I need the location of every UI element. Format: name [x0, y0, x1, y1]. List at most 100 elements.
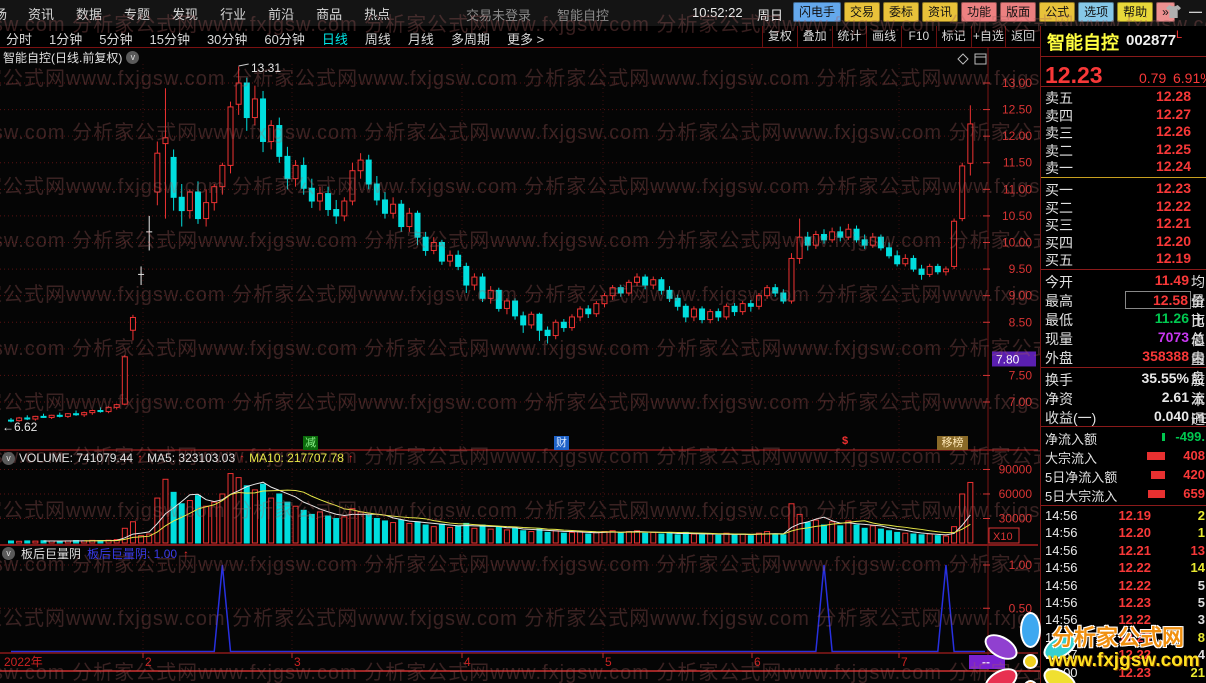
flow-row-5日净流入额: 5日净流入额 420 — [1041, 467, 1206, 485]
tab-period-分时[interactable]: 分时 — [6, 29, 32, 48]
toolbar-action-标记[interactable]: 标记 — [935, 26, 971, 47]
bid-row-买二[interactable]: 买二 12.22 — [1041, 198, 1206, 216]
ask-row-卖一[interactable]: 卖一 12.24 — [1041, 158, 1206, 176]
flow-row-净流入额: 净流入额 -499. — [1041, 429, 1206, 447]
collapse-icon[interactable]: v — [2, 547, 15, 560]
titlebar-button-公式[interactable]: 公式 — [1039, 2, 1076, 22]
flower-center — [1023, 654, 1038, 669]
up-arrow-icon: ↑ — [137, 451, 144, 465]
volume-ma5-label: MA5: 323103.03 — [147, 451, 236, 465]
toolbar-action-复权[interactable]: 复权 — [762, 26, 797, 47]
menu-item-partial[interactable]: 场 — [0, 4, 7, 23]
login-status[interactable]: 交易未登录 — [466, 5, 531, 24]
ask-price: 12.24 — [1155, 158, 1191, 174]
tab-period-周线[interactable]: 周线 — [365, 29, 391, 48]
menu-item-发现[interactable]: 发现 — [172, 4, 198, 23]
bid-row-买四[interactable]: 买四 12.20 — [1041, 232, 1206, 251]
menu-item-商品[interactable]: 商品 — [316, 4, 342, 23]
svg-text:12.50: 12.50 — [1002, 103, 1032, 117]
tick-volume: 14 — [1190, 560, 1205, 576]
event-badge-finance[interactable]: 财 — [554, 436, 569, 450]
svg-text:2: 2 — [145, 655, 152, 669]
indicator-name: 板后巨量阴 — [21, 547, 82, 561]
menu-item-专题[interactable]: 专题 — [124, 4, 150, 23]
ask-row-卖三[interactable]: 卖三 12.26 — [1041, 123, 1206, 141]
minimize-icon[interactable]: — — [1189, 4, 1202, 19]
ask-price: 12.27 — [1155, 105, 1191, 122]
toolbar-action-统计[interactable]: 统计 — [831, 26, 867, 47]
event-badge-list[interactable]: 移榜 — [937, 436, 968, 450]
menu-item-热点[interactable]: 热点 — [364, 4, 390, 23]
tick-row[interactable]: 14:56 12.22 14 — [1041, 560, 1206, 577]
stat-value: 35.55% — [1141, 370, 1189, 386]
tab-period-更多 >[interactable]: 更多 > — [507, 29, 544, 48]
chart-canvas[interactable]: 13.00 12.50 12.00 11.50 11.00 10.50 10.00 9.50 9… — [0, 48, 1040, 683]
collapse-icon[interactable]: v — [2, 451, 15, 465]
menu-item-资讯[interactable]: 资讯 — [28, 4, 54, 23]
svg-text:7.80: 7.80 — [996, 352, 1020, 366]
tick-row[interactable]: 14:56 12.22 5 — [1041, 578, 1206, 595]
bid-row-买三[interactable]: 买三 12.21 — [1041, 215, 1206, 233]
ask-price: 12.28 — [1155, 88, 1191, 104]
menu-item-前沿[interactable]: 前沿 — [268, 4, 294, 23]
tick-price: 12.22 — [1118, 577, 1151, 593]
titlebar-button-帮助[interactable]: 帮助 — [1117, 2, 1154, 22]
tick-row[interactable]: 14:56 12.21 13 — [1041, 543, 1206, 560]
indicator-value-label: 板后巨量阴: 1.00 — [87, 547, 178, 561]
event-badge-dividend[interactable]: $ — [842, 434, 848, 448]
toolbar-action-叠加[interactable]: 叠加 — [796, 26, 832, 47]
tab-period-1分钟[interactable]: 1分钟 — [49, 29, 82, 48]
tab-period-15分钟[interactable]: 15分钟 — [149, 29, 189, 48]
toolbar-action-返回[interactable]: 返回 — [1005, 26, 1040, 47]
main-menu: 资讯 数据 专题 发现 行业 前沿 商品 热点 — [28, 4, 390, 23]
tick-row[interactable]: 14:56 12.20 1 — [1041, 525, 1206, 542]
tick-volume: 2 — [1197, 508, 1205, 523]
chevron-down-icon[interactable]: v — [126, 51, 140, 64]
menu-item-数据[interactable]: 数据 — [76, 4, 102, 23]
svg-text:5: 5 — [605, 655, 612, 669]
tab-period-60分钟[interactable]: 60分钟 — [264, 29, 304, 48]
ask-row-卖四[interactable]: 卖四 12.27 — [1041, 105, 1206, 124]
toolbar-action-+自选[interactable]: +自选 — [970, 26, 1006, 47]
event-badge-reduce[interactable]: 减 — [303, 436, 318, 450]
toolbar-action-画线[interactable]: 画线 — [866, 26, 901, 47]
tab-period-5分钟[interactable]: 5分钟 — [99, 29, 132, 48]
tab-period-月线[interactable]: 月线 — [408, 29, 434, 48]
ask-row-卖二[interactable]: 卖二 12.25 — [1041, 140, 1206, 159]
svg-text:11.00: 11.00 — [1003, 182, 1032, 196]
titlebar-button-选项[interactable]: 选项 — [1078, 2, 1115, 22]
flow-bar — [1147, 452, 1165, 460]
flow-label: 净流入额 — [1045, 432, 1098, 447]
bid-row-买一[interactable]: 买一 12.23 — [1041, 180, 1206, 198]
stat-row-净资: 净资 2.61 流通 — [1041, 389, 1206, 427]
stat-label2: PE(动) — [1191, 410, 1206, 426]
skin-icon[interactable] — [1166, 5, 1181, 18]
titlebar-button-委标[interactable]: 委标 — [883, 2, 920, 22]
volume-value-label: VOLUME: 741079.44 — [19, 451, 134, 465]
window-icons: — — [1166, 4, 1202, 19]
bid-price: 12.20 — [1155, 232, 1191, 249]
stat-label: 今开 — [1045, 274, 1073, 290]
ask-row-卖五[interactable]: 卖五 12.28 — [1041, 88, 1206, 106]
tick-row[interactable]: 14:56 12.19 2 — [1041, 508, 1206, 525]
tab-period-多周期[interactable]: 多周期 — [451, 29, 490, 48]
quote-panel: 智能自控 002877 L 12.23 0.79 6.91% 卖五12.28卖四… — [1040, 26, 1206, 683]
bid-row-买五[interactable]: 买五 12.19 — [1041, 250, 1206, 268]
titlebar-button-版面[interactable]: 版面 — [1000, 2, 1037, 22]
tick-volume: 1 — [1197, 525, 1205, 541]
tab-period-30分钟[interactable]: 30分钟 — [207, 29, 247, 48]
toolbar-action-F10[interactable]: F10 — [901, 26, 936, 47]
titlebar-button-功能[interactable]: 功能 — [961, 2, 998, 22]
tab-period-日线[interactable]: 日线 — [322, 29, 348, 48]
ask-price: 12.25 — [1155, 140, 1191, 157]
bid-label: 买五 — [1045, 252, 1073, 268]
titlebar-button-交易[interactable]: 交易 — [844, 2, 881, 22]
stock-code: 002877 — [1126, 32, 1177, 49]
last-price: 12.23 — [1045, 62, 1103, 88]
stat-value: 11.49 — [1154, 272, 1189, 288]
period-tabs: 分时 1分钟 5分钟 15分钟 30分钟 60分钟 日线 周线 月线 多周期 更多 > — [6, 29, 544, 48]
titlebar-button-资讯[interactable]: 资讯 — [922, 2, 959, 22]
menu-item-行业[interactable]: 行业 — [220, 4, 246, 23]
bid-price: 12.19 — [1155, 250, 1191, 266]
titlebar-button-闪电手[interactable]: 闪电手 — [793, 2, 842, 22]
